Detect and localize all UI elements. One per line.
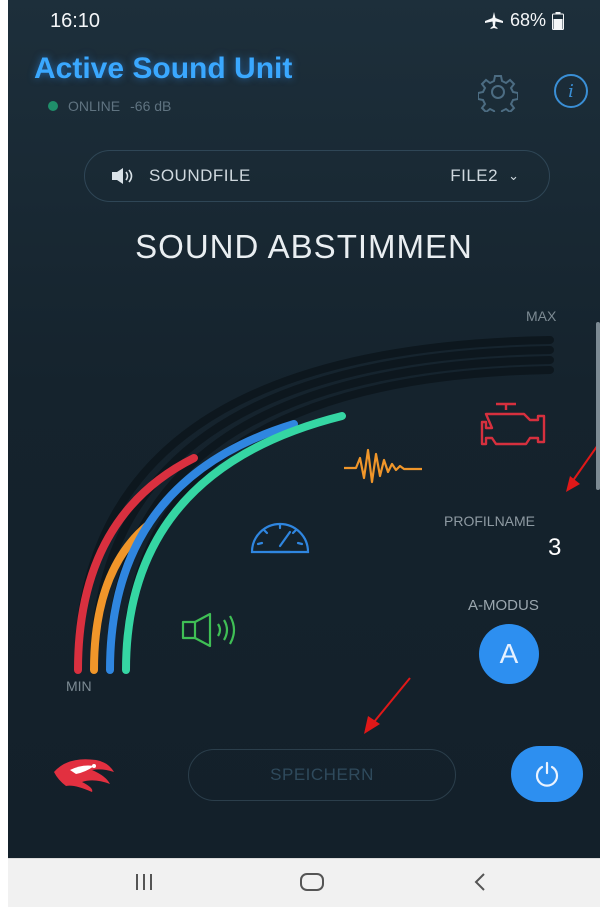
brand-logo [54, 759, 114, 792]
power-button[interactable] [511, 746, 583, 802]
annotation-arrow-right [566, 442, 600, 492]
android-nav-bar [8, 858, 600, 907]
soundfile-value: FILE2 [450, 166, 499, 185]
connection-status: ONLINE -66 dB [48, 98, 171, 114]
soundfile-selector[interactable]: SOUNDFILE FILE2 ⌄ [84, 150, 550, 202]
save-button[interactable]: SPEICHERN [188, 749, 456, 801]
info-button[interactable]: i [554, 74, 588, 108]
home-icon[interactable] [298, 871, 326, 893]
app-title: Active Sound Unit [34, 52, 293, 85]
battery-percentage: 68% [510, 10, 547, 30]
scrollbar[interactable] [596, 322, 600, 490]
loudspeaker-icon [181, 612, 236, 648]
page-title: SOUND ABSTIMMEN [135, 228, 473, 265]
online-dot-icon [48, 101, 58, 111]
chevron-down-icon: ⌄ [508, 168, 519, 183]
app-screen: 16:10 68% Active Sound Unit ONLINE -66 d… [8, 0, 600, 858]
engine-icon [480, 402, 546, 446]
soundfile-label: SOUNDFILE [149, 166, 251, 185]
gear-icon [477, 75, 519, 117]
battery-icon [552, 11, 565, 30]
info-icon: i [568, 80, 574, 102]
mode-label: A-MODUS [468, 597, 539, 614]
status-time: 16:10 [50, 10, 101, 32]
airplane-icon [485, 11, 503, 29]
a-mode-button[interactable]: A [479, 624, 539, 684]
profile-name-label: PROFILNAME [444, 513, 536, 529]
annotation-arrow-save [364, 677, 411, 734]
recent-apps-icon[interactable] [132, 871, 156, 893]
back-icon[interactable] [470, 871, 490, 893]
arc-track-1 [74, 336, 554, 674]
status-right: 68% [484, 10, 565, 31]
profile-name-value[interactable]: 3 [548, 534, 561, 562]
speaker-icon [112, 168, 133, 184]
power-icon [535, 761, 559, 787]
online-label: ONLINE [68, 98, 121, 114]
settings-button[interactable] [477, 72, 519, 117]
speedometer-icon [250, 522, 310, 554]
sound-wave-icon [344, 448, 422, 484]
signal-strength: -66 dB [130, 98, 172, 114]
